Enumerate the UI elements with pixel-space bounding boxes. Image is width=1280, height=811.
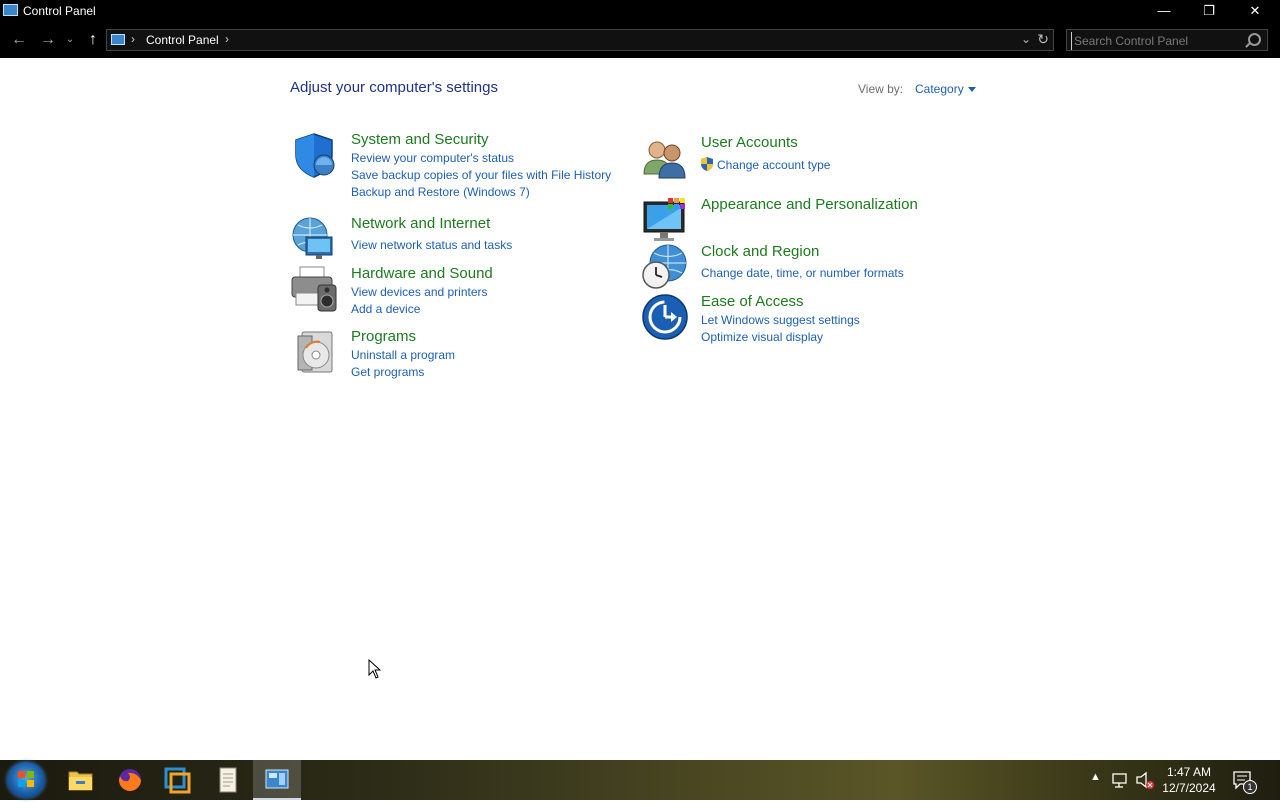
window-title: Control Panel (23, 4, 96, 18)
category-link[interactable]: Change date, time, or number formats (701, 266, 904, 280)
category-link[interactable]: Save backup copies of your files with Fi… (351, 168, 611, 182)
taskbar-vmware[interactable] (153, 760, 201, 800)
vmware-icon (164, 767, 191, 794)
taskbar-notepad[interactable] (204, 760, 252, 800)
category-heading[interactable]: Network and Internet (351, 215, 490, 232)
chevron-down-icon[interactable]: ⌄ (1021, 32, 1031, 46)
taskbar-firefox[interactable] (106, 760, 154, 800)
clock-time: 1:47 AM (1166, 765, 1212, 779)
category-link[interactable]: Let Windows suggest settings (701, 313, 860, 327)
view-by-value[interactable]: Category (915, 82, 964, 96)
network-icon[interactable] (1111, 760, 1129, 800)
search-icon[interactable] (1248, 33, 1261, 46)
forward-arrow-icon[interactable]: → (37, 30, 59, 50)
category-link[interactable]: View devices and printers (351, 285, 488, 299)
category-link[interactable]: Optimize visual display (701, 330, 823, 344)
printer-speaker-icon[interactable] (290, 265, 338, 313)
network-globe-icon[interactable] (290, 215, 338, 263)
category-heading[interactable]: Ease of Access (701, 293, 804, 310)
clock-date: 12/7/2024 (1162, 781, 1216, 795)
content-area: Adjust your computer's settings View by:… (0, 58, 1280, 760)
control-panel-icon (265, 769, 289, 789)
notepad-icon (219, 767, 237, 793)
chevron-right-icon[interactable]: › (131, 32, 135, 46)
control-panel-icon (3, 4, 18, 16)
navigation-bar: ← → ⌄ ↑ › Control Panel › ⌄ ↻ (0, 22, 1280, 58)
ease-of-access-icon[interactable] (640, 293, 688, 341)
category-link[interactable]: Get programs (351, 365, 424, 379)
close-button[interactable]: ✕ (1232, 0, 1278, 22)
recent-locations-chevron-icon[interactable]: ⌄ (62, 30, 78, 50)
category-link[interactable]: Review your computer's status (351, 151, 514, 165)
search-box[interactable] (1066, 29, 1268, 51)
taskbar-control-panel[interactable] (253, 760, 301, 800)
taskbar: ▲ 1:47 AM 12/7/2024 1 (0, 760, 1280, 800)
uac-shield-icon (701, 157, 713, 171)
category-heading[interactable]: User Accounts (701, 134, 798, 151)
category-heading[interactable]: Appearance and Personalization (701, 196, 918, 213)
volume-muted-icon[interactable] (1135, 760, 1155, 800)
category-heading[interactable]: Hardware and Sound (351, 265, 493, 282)
page-title: Adjust your computer's settings (290, 79, 498, 96)
windows-logo-icon (18, 771, 34, 787)
address-bar[interactable]: › Control Panel › ⌄ ↻ (106, 29, 1054, 51)
back-arrow-icon[interactable]: ← (8, 30, 30, 50)
breadcrumb-control-panel[interactable]: Control Panel (146, 33, 219, 47)
file-explorer-icon (68, 771, 93, 791)
chevron-right-icon[interactable]: › (225, 32, 229, 46)
clock-globe-icon[interactable] (640, 243, 688, 291)
taskbar-clock[interactable]: 1:47 AM 12/7/2024 (1158, 764, 1220, 796)
up-arrow-icon[interactable]: ↑ (82, 30, 104, 50)
refresh-icon[interactable]: ↻ (1037, 31, 1049, 48)
action-center-icon[interactable]: 1 (1231, 760, 1257, 800)
programs-disc-icon[interactable] (290, 328, 338, 376)
category-link[interactable]: Backup and Restore (Windows 7) (351, 185, 530, 199)
category-link[interactable]: Change account type (717, 158, 830, 172)
dropdown-arrow-icon[interactable] (967, 87, 976, 93)
category-heading[interactable]: System and Security (351, 131, 489, 148)
users-icon[interactable] (640, 134, 688, 182)
title-bar: Control Panel — ❐ ✕ (0, 0, 1280, 22)
shield-icon[interactable] (290, 131, 338, 179)
category-link[interactable]: Uninstall a program (351, 348, 455, 362)
category-heading[interactable]: Programs (351, 328, 416, 345)
mouse-cursor-icon (368, 659, 382, 679)
show-hidden-icons-chevron-up-icon[interactable]: ▲ (1090, 771, 1102, 811)
category-link[interactable]: View network status and tasks (351, 238, 512, 252)
firefox-icon (119, 769, 141, 791)
category-link[interactable]: Add a device (351, 302, 420, 316)
taskbar-file-explorer[interactable] (56, 760, 104, 800)
search-input[interactable] (1071, 32, 1246, 50)
control-panel-icon (111, 34, 125, 45)
view-by-dropdown[interactable]: Category (915, 82, 976, 96)
monitor-palette-icon[interactable] (640, 196, 688, 244)
notification-badge: 1 (1243, 780, 1257, 794)
view-by-label: View by: (858, 82, 904, 96)
category-heading[interactable]: Clock and Region (701, 243, 819, 260)
minimize-button[interactable]: — (1141, 0, 1187, 22)
restore-button[interactable]: ❐ (1186, 0, 1232, 22)
start-button[interactable] (7, 762, 45, 798)
